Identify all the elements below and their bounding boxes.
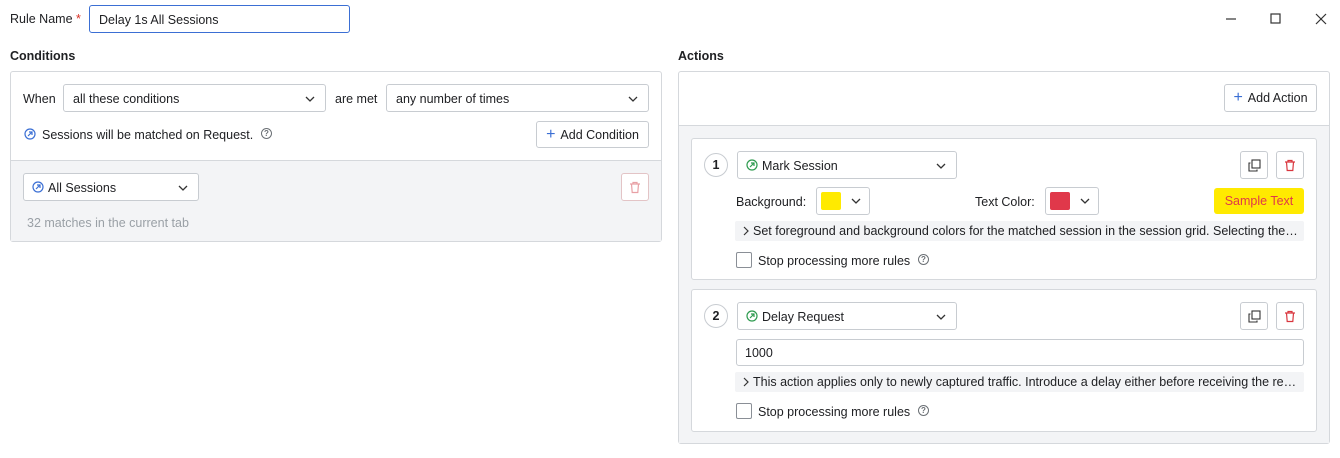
- background-color-picker[interactable]: [816, 187, 870, 215]
- action-type-select[interactable]: Mark Session: [737, 151, 957, 179]
- help-icon[interactable]: ?: [918, 254, 929, 265]
- trash-icon: [1285, 310, 1295, 322]
- action-description[interactable]: This action applies only to newly captur…: [735, 372, 1304, 392]
- chevron-down-icon: [178, 185, 188, 191]
- delete-condition-button[interactable]: [621, 173, 649, 201]
- action-description-text: This action applies only to newly captur…: [753, 375, 1300, 389]
- rule-name-label: Rule Name *: [10, 12, 81, 26]
- add-condition-button[interactable]: + Add Condition: [536, 121, 649, 148]
- action-number: 2: [704, 304, 728, 328]
- chevron-right-icon: [743, 226, 749, 236]
- delay-ms-value: 1000: [745, 346, 773, 360]
- actions-title: Actions: [678, 49, 724, 63]
- copy-icon: [1247, 158, 1261, 172]
- request-icon: [24, 128, 36, 140]
- conditions-title: Conditions: [10, 49, 76, 63]
- help-icon[interactable]: ?: [261, 128, 272, 139]
- trash-icon: [630, 181, 640, 193]
- text-color-picker[interactable]: [1045, 187, 1099, 215]
- text-color-label: Text Color:: [975, 195, 1035, 209]
- stop-processing-checkbox[interactable]: [736, 403, 752, 419]
- request-icon: [32, 181, 44, 193]
- duplicate-action-button[interactable]: [1240, 151, 1268, 179]
- action-description[interactable]: Set foreground and background colors for…: [735, 221, 1304, 241]
- delay-ms-input[interactable]: 1000: [736, 339, 1304, 366]
- action-type-value: Delay Request: [762, 310, 844, 324]
- stop-processing-label: Stop processing more rules: [758, 254, 911, 268]
- minimize-icon[interactable]: [1224, 12, 1238, 26]
- match-mode-value: all these conditions: [73, 92, 180, 106]
- close-icon[interactable]: [1314, 12, 1328, 26]
- background-swatch: [821, 192, 841, 210]
- rule-name-input[interactable]: Delay 1s All Sessions: [89, 5, 350, 33]
- copy-icon: [1247, 309, 1261, 323]
- text-color-swatch: [1050, 192, 1070, 210]
- match-note: Sessions will be matched on Request.: [42, 128, 254, 142]
- rule-name-value: Delay 1s All Sessions: [99, 13, 219, 27]
- frequency-value: any number of times: [396, 92, 510, 106]
- when-label: When: [23, 92, 56, 106]
- condition-matches-text: 32 matches in the current tab: [27, 216, 189, 230]
- stop-processing-label: Stop processing more rules: [758, 405, 911, 419]
- action-number: 1: [704, 153, 728, 177]
- condition-value: All Sessions: [48, 181, 117, 195]
- action-type-icon: [746, 310, 758, 322]
- action-type-icon: [746, 159, 758, 171]
- chevron-down-icon: [936, 163, 946, 169]
- frequency-select[interactable]: any number of times: [386, 84, 649, 112]
- delete-action-button[interactable]: [1276, 302, 1304, 330]
- match-mode-select[interactable]: all these conditions: [63, 84, 326, 112]
- chevron-down-icon: [1080, 198, 1090, 204]
- background-label: Background:: [736, 195, 807, 209]
- chevron-right-icon: [743, 377, 749, 387]
- duplicate-action-button[interactable]: [1240, 302, 1268, 330]
- chevron-down-icon: [936, 314, 946, 320]
- add-action-button[interactable]: + Add Action: [1224, 84, 1317, 112]
- plus-icon: +: [1233, 89, 1243, 106]
- sample-text-preview: Sample Text: [1214, 188, 1304, 214]
- chevron-down-icon: [851, 198, 861, 204]
- required-mark: *: [76, 12, 81, 26]
- maximize-icon[interactable]: [1269, 12, 1283, 26]
- plus-icon: +: [546, 125, 556, 143]
- are-met-label: are met: [335, 92, 378, 106]
- add-action-label: Add Action: [1247, 91, 1308, 105]
- action-description-text: Set foreground and background colors for…: [753, 224, 1300, 238]
- condition-select[interactable]: All Sessions: [23, 173, 199, 201]
- chevron-down-icon: [628, 96, 638, 102]
- help-icon[interactable]: ?: [918, 405, 929, 416]
- trash-icon: [1285, 159, 1295, 171]
- action-type-value: Mark Session: [762, 159, 838, 173]
- stop-processing-checkbox[interactable]: [736, 252, 752, 268]
- chevron-down-icon: [305, 96, 315, 102]
- action-type-select[interactable]: Delay Request: [737, 302, 957, 330]
- delete-action-button[interactable]: [1276, 151, 1304, 179]
- add-condition-label: Add Condition: [560, 127, 639, 142]
